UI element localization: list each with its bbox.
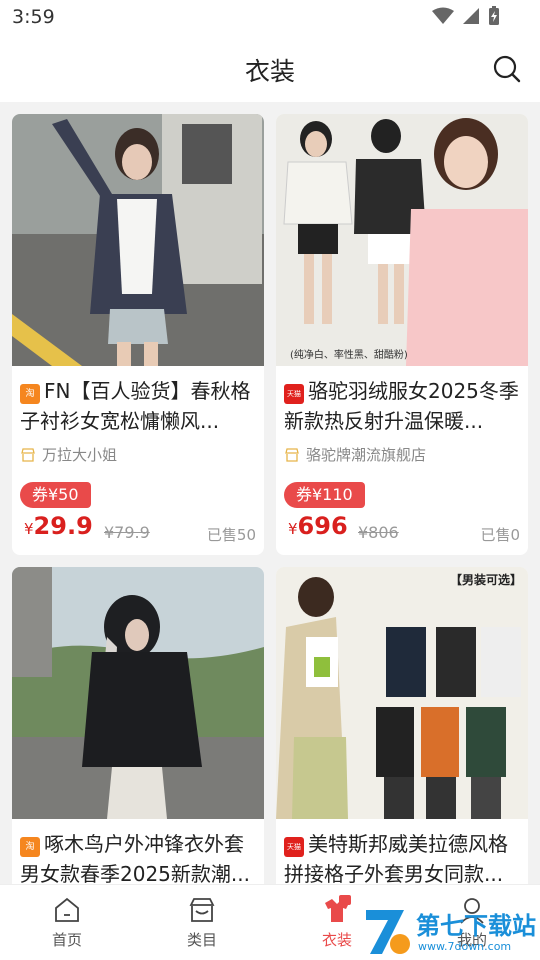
tab-label: 首页 <box>51 931 82 949</box>
product-title: 天猫 美特斯邦威美拉德风格拼接格子外套男女同款... <box>284 829 522 884</box>
product-image: (纯净白、率性黑、甜酷粉) <box>276 114 528 366</box>
signal-icon <box>463 8 479 24</box>
tab-label: 衣装 <box>321 931 352 949</box>
status-bar: 3:59 <box>0 0 540 36</box>
price-value: 29.9 <box>33 512 93 540</box>
product-image <box>12 567 264 819</box>
image-caption: (纯净白、率性黑、甜酷粉) <box>290 350 408 361</box>
tab-label: 类目 <box>186 931 217 949</box>
tmall-badge-icon: 天猫 <box>284 837 304 857</box>
product-grid: 淘 FN【百人验货】春秋格子衬衫女宽松慵懒风... 万拉大小姐 券¥50 ¥29.… <box>0 102 540 884</box>
product-title: 天猫 骆驼羽绒服女2025冬季新款热反射升温保暖... <box>284 376 522 438</box>
sold-count: 已售0 <box>480 526 520 544</box>
shop-icon <box>21 447 35 462</box>
shop-name-text: 骆驼牌潮流旗舰店 <box>306 446 427 464</box>
product-title: 淘 FN【百人验货】春秋格子衬衫女宽松慵懒风... <box>20 376 258 438</box>
original-price: ¥79.9 <box>104 523 150 542</box>
shop-name-text: 万拉大小姐 <box>42 446 118 464</box>
page-title: 衣装 <box>244 57 295 86</box>
price: ¥696 <box>288 512 348 540</box>
tab-home[interactable]: 首页 <box>22 895 112 950</box>
taobao-badge-icon: 淘 <box>20 384 40 404</box>
header: 衣装 <box>0 36 540 102</box>
product-title-text: 美特斯邦威美拉德风格拼接格子外套男女同款... <box>284 832 508 884</box>
home-icon <box>55 897 79 922</box>
product-card[interactable]: (纯净白、率性黑、甜酷粉) 天猫 骆驼羽绒服女2025冬季新款热反射升温保暖...… <box>276 114 528 555</box>
shop-name: 骆驼牌潮流旗舰店 <box>284 444 426 465</box>
price-currency: ¥ <box>24 520 34 538</box>
watermark-logo-icon <box>366 910 410 954</box>
watermark: 第七下载站 www.7down.com <box>360 904 540 960</box>
search-icon[interactable] <box>492 54 522 84</box>
status-icons <box>432 6 500 26</box>
coupon-badge: 券¥110 <box>284 482 365 508</box>
tab-category[interactable]: 类目 <box>157 895 247 950</box>
watermark-url: www.7down.com <box>418 940 512 953</box>
store-icon <box>189 898 215 922</box>
shop-icon <box>285 447 299 462</box>
product-title-text: 骆驼羽绒服女2025冬季新款热反射升温保暖... <box>284 379 519 433</box>
shop-name: 万拉大小姐 <box>20 444 117 465</box>
product-card[interactable]: 【男装可选】 天猫 美特斯邦威美拉德风格拼接格子外套男女同款... <box>276 567 528 884</box>
product-card[interactable]: 淘啄木鸟户外冲锋衣外套男女款春季2025新款潮... <box>12 567 264 884</box>
battery-icon <box>489 6 499 25</box>
tmall-badge-icon: 天猫 <box>284 384 304 404</box>
original-price: ¥806 <box>358 523 399 542</box>
status-time: 3:59 <box>12 6 55 28</box>
wifi-icon <box>432 7 454 24</box>
price-value: 696 <box>297 512 348 540</box>
product-image: 【男装可选】 <box>276 567 528 819</box>
product-card[interactable]: 淘 FN【百人验货】春秋格子衬衫女宽松慵懒风... 万拉大小姐 券¥50 ¥29.… <box>12 114 264 555</box>
sold-count: 已售50 <box>206 526 256 544</box>
taobao-badge-icon: 淘 <box>20 837 40 857</box>
price: ¥29.9 <box>24 512 93 540</box>
product-title-text: FN【百人验货】春秋格子衬衫女宽松慵懒风... <box>20 379 251 433</box>
product-title-text: 啄木鸟户外冲锋衣外套男女款春季2025新款潮... <box>20 832 250 884</box>
price-currency: ¥ <box>288 520 298 538</box>
product-title: 淘啄木鸟户外冲锋衣外套男女款春季2025新款潮... <box>20 829 258 884</box>
image-caption: 【男装可选】 <box>449 573 522 587</box>
coupon-badge: 券¥50 <box>20 482 91 508</box>
clothing-icon <box>325 895 351 922</box>
product-image <box>12 114 264 366</box>
watermark-text: 第七下载站 <box>416 912 536 940</box>
